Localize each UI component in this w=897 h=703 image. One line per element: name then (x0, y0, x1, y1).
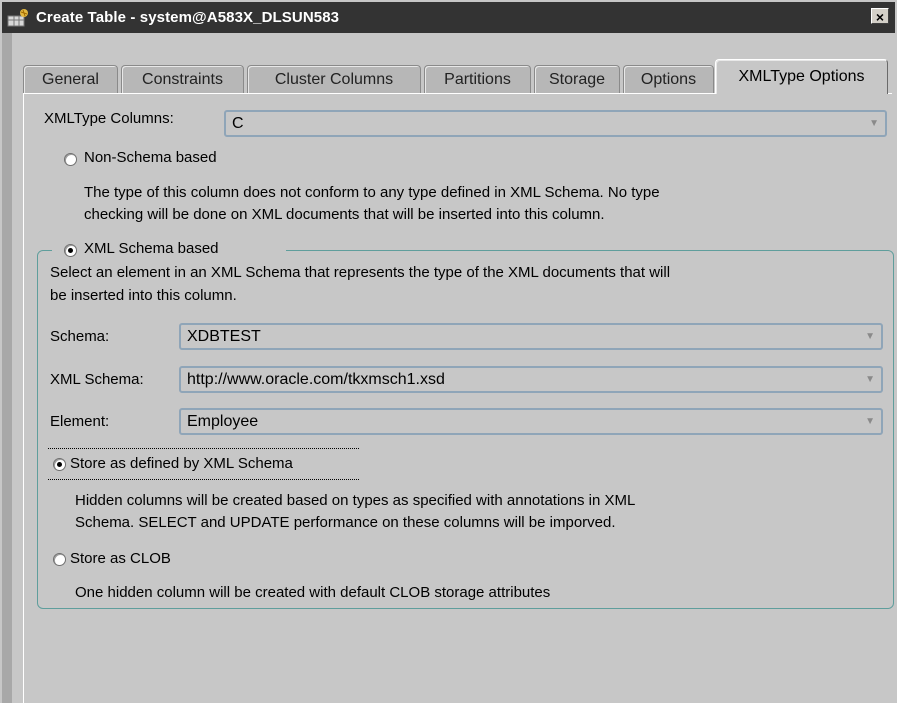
tab-general[interactable]: General (23, 65, 118, 93)
tab-constraints[interactable]: Constraints (121, 65, 244, 93)
xml-schema-radio[interactable] (64, 244, 77, 257)
xml-schema-description-1: Select an element in an XML Schema that … (50, 264, 671, 281)
store-clob-label[interactable]: Store as CLOB (70, 550, 171, 567)
chevron-down-icon: ▼ (865, 416, 875, 427)
non-schema-description-1: The type of this column does not conform… (84, 184, 660, 201)
xmltype-columns-select[interactable]: C ▼ (224, 110, 887, 137)
non-schema-label[interactable]: Non-Schema based (84, 149, 217, 166)
tab-options[interactable]: Options (623, 65, 714, 93)
oracle-table-icon (6, 7, 32, 29)
xml-schema-url-value: http://www.oracle.com/tkxmsch1.xsd (187, 371, 445, 388)
tab-cluster-columns[interactable]: Cluster Columns (247, 65, 421, 93)
tab-storage[interactable]: Storage (534, 65, 620, 93)
xmltype-columns-value: C (232, 115, 244, 132)
xml-schema-url-label: XML Schema: (50, 371, 144, 388)
create-table-window: Create Table - system@A583X_DLSUN583 × G… (0, 0, 897, 703)
non-schema-description-2: checking will be done on XML documents t… (84, 206, 605, 223)
xml-schema-description-2: be inserted into this column. (50, 287, 237, 304)
store-clob-description: One hidden column will be created with d… (75, 584, 551, 601)
xmltype-columns-label: XMLType Columns: (44, 110, 174, 127)
schema-label: Schema: (50, 328, 110, 345)
chevron-down-icon: ▼ (865, 374, 875, 385)
store-defined-radio[interactable] (53, 458, 66, 471)
xml-schema-label[interactable]: XML Schema based (84, 240, 219, 257)
element-label: Element: (50, 413, 110, 430)
xml-schema-url-select[interactable]: http://www.oracle.com/tkxmsch1.xsd ▼ (179, 366, 883, 393)
store-clob-radio[interactable] (53, 553, 66, 566)
non-schema-radio[interactable] (64, 153, 77, 166)
element-select[interactable]: Employee ▼ (179, 408, 883, 435)
close-button[interactable]: × (871, 8, 889, 25)
element-value: Employee (187, 413, 259, 430)
schema-value: XDBTEST (187, 328, 261, 345)
close-icon: × (875, 9, 885, 25)
chevron-down-icon: ▼ (869, 118, 879, 129)
store-defined-label[interactable]: Store as defined by XML Schema (70, 455, 293, 472)
window-left-border (2, 33, 12, 703)
title-bar[interactable]: Create Table - system@A583X_DLSUN583 × (2, 2, 895, 33)
store-defined-description-2: Schema. SELECT and UPDATE performance on… (75, 514, 616, 531)
tab-xmltype-options[interactable]: XMLType Options (715, 59, 888, 94)
store-defined-description-1: Hidden columns will be created based on … (75, 492, 636, 509)
window-title: Create Table - system@A583X_DLSUN583 (36, 9, 340, 26)
schema-select[interactable]: XDBTEST ▼ (179, 323, 883, 350)
tab-partitions[interactable]: Partitions (424, 65, 531, 93)
chevron-down-icon: ▼ (865, 331, 875, 342)
